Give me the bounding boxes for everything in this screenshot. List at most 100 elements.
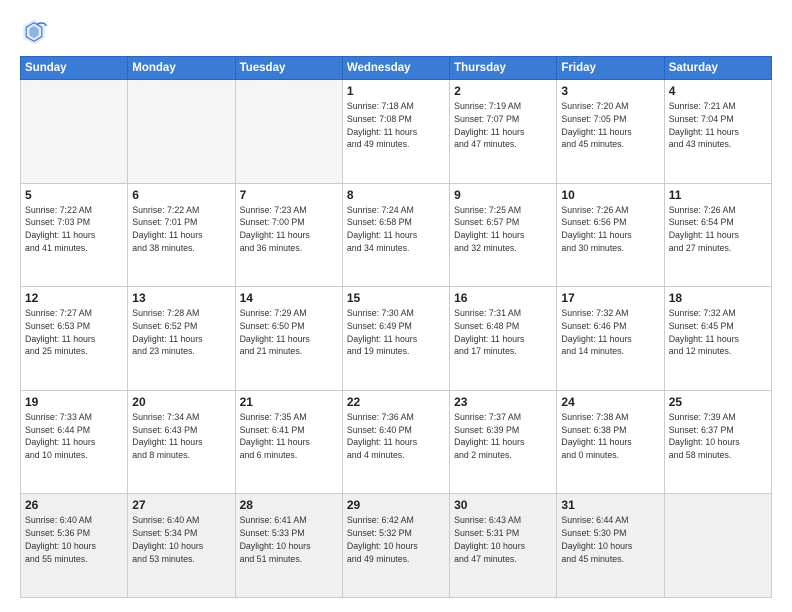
- day-number: 1: [347, 84, 445, 98]
- calendar-cell: 10 Sunrise: 7:26 AM Sunset: 6:56 PM Dayli…: [557, 183, 664, 287]
- day-number: 17: [561, 291, 659, 305]
- calendar-cell: 18 Sunrise: 7:32 AM Sunset: 6:45 PM Dayli…: [664, 287, 771, 391]
- day-number: 5: [25, 188, 123, 202]
- day-info: Sunrise: 7:38 AM Sunset: 6:38 PM Dayligh…: [561, 411, 659, 462]
- calendar-cell: 21 Sunrise: 7:35 AM Sunset: 6:41 PM Dayli…: [235, 390, 342, 494]
- logo-icon: [20, 18, 48, 46]
- calendar-cell: 24 Sunrise: 7:38 AM Sunset: 6:38 PM Dayli…: [557, 390, 664, 494]
- day-info: Sunrise: 7:22 AM Sunset: 7:03 PM Dayligh…: [25, 204, 123, 255]
- day-info: Sunrise: 7:27 AM Sunset: 6:53 PM Dayligh…: [25, 307, 123, 358]
- day-info: Sunrise: 7:20 AM Sunset: 7:05 PM Dayligh…: [561, 100, 659, 151]
- day-number: 13: [132, 291, 230, 305]
- day-number: 25: [669, 395, 767, 409]
- day-number: 19: [25, 395, 123, 409]
- weekday-header-monday: Monday: [128, 57, 235, 80]
- calendar-cell: [664, 494, 771, 598]
- calendar-cell: 7 Sunrise: 7:23 AM Sunset: 7:00 PM Daylig…: [235, 183, 342, 287]
- day-number: 11: [669, 188, 767, 202]
- calendar-cell: [21, 80, 128, 184]
- day-info: Sunrise: 7:25 AM Sunset: 6:57 PM Dayligh…: [454, 204, 552, 255]
- calendar-cell: 2 Sunrise: 7:19 AM Sunset: 7:07 PM Daylig…: [450, 80, 557, 184]
- header: [20, 18, 772, 46]
- calendar-cell: [235, 80, 342, 184]
- day-info: Sunrise: 7:23 AM Sunset: 7:00 PM Dayligh…: [240, 204, 338, 255]
- day-info: Sunrise: 7:30 AM Sunset: 6:49 PM Dayligh…: [347, 307, 445, 358]
- day-number: 16: [454, 291, 552, 305]
- day-info: Sunrise: 7:18 AM Sunset: 7:08 PM Dayligh…: [347, 100, 445, 151]
- day-info: Sunrise: 6:42 AM Sunset: 5:32 PM Dayligh…: [347, 514, 445, 565]
- calendar-cell: 27Sunrise: 6:40 AM Sunset: 5:34 PM Dayli…: [128, 494, 235, 598]
- day-info: Sunrise: 7:19 AM Sunset: 7:07 PM Dayligh…: [454, 100, 552, 151]
- day-number: 26: [25, 498, 123, 512]
- day-number: 15: [347, 291, 445, 305]
- weekday-header-tuesday: Tuesday: [235, 57, 342, 80]
- calendar-cell: 1 Sunrise: 7:18 AM Sunset: 7:08 PM Daylig…: [342, 80, 449, 184]
- calendar-cell: 3 Sunrise: 7:20 AM Sunset: 7:05 PM Daylig…: [557, 80, 664, 184]
- calendar-cell: 19 Sunrise: 7:33 AM Sunset: 6:44 PM Dayli…: [21, 390, 128, 494]
- day-number: 10: [561, 188, 659, 202]
- day-number: 2: [454, 84, 552, 98]
- calendar-week-2: 5 Sunrise: 7:22 AM Sunset: 7:03 PM Daylig…: [21, 183, 772, 287]
- day-number: 8: [347, 188, 445, 202]
- day-info: Sunrise: 7:28 AM Sunset: 6:52 PM Dayligh…: [132, 307, 230, 358]
- calendar-cell: 31Sunrise: 6:44 AM Sunset: 5:30 PM Dayli…: [557, 494, 664, 598]
- day-info: Sunrise: 6:43 AM Sunset: 5:31 PM Dayligh…: [454, 514, 552, 565]
- day-number: 14: [240, 291, 338, 305]
- weekday-header-wednesday: Wednesday: [342, 57, 449, 80]
- day-info: Sunrise: 7:37 AM Sunset: 6:39 PM Dayligh…: [454, 411, 552, 462]
- calendar-cell: 25 Sunrise: 7:39 AM Sunset: 6:37 PM Dayli…: [664, 390, 771, 494]
- calendar-cell: 6 Sunrise: 7:22 AM Sunset: 7:01 PM Daylig…: [128, 183, 235, 287]
- day-info: Sunrise: 7:33 AM Sunset: 6:44 PM Dayligh…: [25, 411, 123, 462]
- day-number: 3: [561, 84, 659, 98]
- calendar-cell: 9 Sunrise: 7:25 AM Sunset: 6:57 PM Daylig…: [450, 183, 557, 287]
- day-info: Sunrise: 7:29 AM Sunset: 6:50 PM Dayligh…: [240, 307, 338, 358]
- day-info: Sunrise: 7:34 AM Sunset: 6:43 PM Dayligh…: [132, 411, 230, 462]
- day-info: Sunrise: 7:35 AM Sunset: 6:41 PM Dayligh…: [240, 411, 338, 462]
- weekday-header-saturday: Saturday: [664, 57, 771, 80]
- day-number: 7: [240, 188, 338, 202]
- calendar-cell: 22Sunrise: 7:36 AM Sunset: 6:40 PM Dayli…: [342, 390, 449, 494]
- day-info: Sunrise: 6:40 AM Sunset: 5:34 PM Dayligh…: [132, 514, 230, 565]
- day-number: 23: [454, 395, 552, 409]
- day-info: Sunrise: 7:39 AM Sunset: 6:37 PM Dayligh…: [669, 411, 767, 462]
- day-info: Sunrise: 7:24 AM Sunset: 6:58 PM Dayligh…: [347, 204, 445, 255]
- day-info: Sunrise: 7:32 AM Sunset: 6:46 PM Dayligh…: [561, 307, 659, 358]
- day-number: 21: [240, 395, 338, 409]
- calendar-cell: 29 Sunrise: 6:42 AM Sunset: 5:32 PM Dayli…: [342, 494, 449, 598]
- day-info: Sunrise: 7:26 AM Sunset: 6:56 PM Dayligh…: [561, 204, 659, 255]
- day-number: 9: [454, 188, 552, 202]
- day-info: Sunrise: 7:22 AM Sunset: 7:01 PM Dayligh…: [132, 204, 230, 255]
- day-info: Sunrise: 7:31 AM Sunset: 6:48 PM Dayligh…: [454, 307, 552, 358]
- day-number: 30: [454, 498, 552, 512]
- calendar-cell: 4Sunrise: 7:21 AM Sunset: 7:04 PM Daylig…: [664, 80, 771, 184]
- calendar-cell: [128, 80, 235, 184]
- calendar-week-5: 26 Sunrise: 6:40 AM Sunset: 5:36 PM Dayli…: [21, 494, 772, 598]
- calendar-cell: 11 Sunrise: 7:26 AM Sunset: 6:54 PM Dayli…: [664, 183, 771, 287]
- calendar-cell: 30 Sunrise: 6:43 AM Sunset: 5:31 PM Dayli…: [450, 494, 557, 598]
- calendar-cell: 8 Sunrise: 7:24 AM Sunset: 6:58 PM Daylig…: [342, 183, 449, 287]
- calendar-cell: 17 Sunrise: 7:32 AM Sunset: 6:46 PM Dayli…: [557, 287, 664, 391]
- weekday-header-row: SundayMondayTuesdayWednesdayThursdayFrid…: [21, 57, 772, 80]
- calendar-body: 1 Sunrise: 7:18 AM Sunset: 7:08 PM Daylig…: [21, 80, 772, 598]
- day-number: 28: [240, 498, 338, 512]
- day-number: 18: [669, 291, 767, 305]
- day-info: Sunrise: 6:41 AM Sunset: 5:33 PM Dayligh…: [240, 514, 338, 565]
- weekday-header-friday: Friday: [557, 57, 664, 80]
- day-number: 29: [347, 498, 445, 512]
- calendar-cell: 23 Sunrise: 7:37 AM Sunset: 6:39 PM Dayli…: [450, 390, 557, 494]
- calendar-cell: 13 Sunrise: 7:28 AM Sunset: 6:52 PM Dayli…: [128, 287, 235, 391]
- day-info: Sunrise: 7:26 AM Sunset: 6:54 PM Dayligh…: [669, 204, 767, 255]
- page: SundayMondayTuesdayWednesdayThursdayFrid…: [0, 0, 792, 612]
- logo: [20, 18, 52, 46]
- calendar-table: SundayMondayTuesdayWednesdayThursdayFrid…: [20, 56, 772, 598]
- calendar-cell: 20Sunrise: 7:34 AM Sunset: 6:43 PM Dayli…: [128, 390, 235, 494]
- day-number: 6: [132, 188, 230, 202]
- calendar-cell: 5 Sunrise: 7:22 AM Sunset: 7:03 PM Daylig…: [21, 183, 128, 287]
- day-info: Sunrise: 7:36 AM Sunset: 6:40 PM Dayligh…: [347, 411, 445, 462]
- calendar-week-1: 1 Sunrise: 7:18 AM Sunset: 7:08 PM Daylig…: [21, 80, 772, 184]
- calendar-cell: 14 Sunrise: 7:29 AM Sunset: 6:50 PM Dayli…: [235, 287, 342, 391]
- day-info: Sunrise: 7:32 AM Sunset: 6:45 PM Dayligh…: [669, 307, 767, 358]
- day-info: Sunrise: 6:40 AM Sunset: 5:36 PM Dayligh…: [25, 514, 123, 565]
- day-number: 24: [561, 395, 659, 409]
- day-number: 31: [561, 498, 659, 512]
